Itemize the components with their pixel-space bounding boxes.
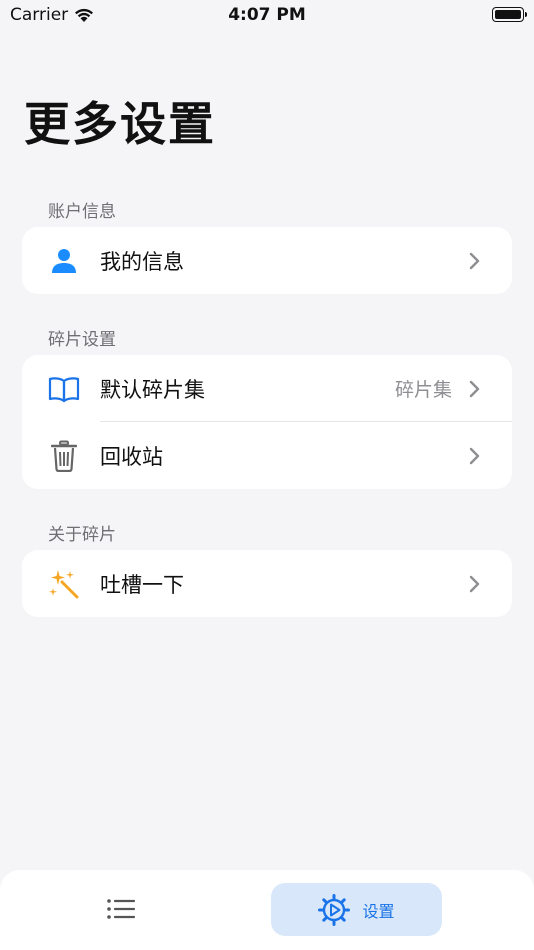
- recycle-bin-row[interactable]: 回收站: [22, 422, 512, 489]
- my-info-row[interactable]: 我的信息: [22, 227, 512, 294]
- tab-bar: 设置: [0, 870, 534, 950]
- my-info-label: 我的信息: [100, 249, 184, 274]
- feedback-row[interactable]: 吐槽一下: [22, 550, 512, 617]
- section-label-account: 账户信息: [48, 202, 116, 222]
- sparkle-wand-icon: [48, 568, 80, 600]
- battery-icon: [492, 7, 527, 22]
- status-time: 4:07 PM: [228, 5, 306, 25]
- tab-list[interactable]: [92, 884, 150, 934]
- chevron-right-icon: [469, 252, 480, 269]
- fragment-settings-card: 默认碎片集 碎片集 回收站: [22, 355, 512, 489]
- person-icon: [48, 245, 80, 277]
- feedback-label: 吐槽一下: [100, 572, 184, 597]
- tab-settings-label: 设置: [362, 901, 395, 921]
- chevron-right-icon: [469, 380, 480, 397]
- section-label-fragment-settings: 碎片设置: [48, 330, 116, 350]
- trash-icon: [48, 440, 80, 472]
- book-icon: [48, 373, 80, 405]
- default-collection-label: 默认碎片集: [100, 377, 205, 402]
- section-label-about: 关于碎片: [48, 525, 116, 545]
- page-title: 更多设置: [24, 97, 216, 151]
- gear-icon: [318, 893, 351, 926]
- battery-level: [495, 10, 521, 19]
- account-card: 我的信息: [22, 227, 512, 294]
- default-collection-row[interactable]: 默认碎片集 碎片集: [22, 355, 512, 422]
- status-bar: Carrier 4:07 PM: [0, 0, 534, 30]
- list-icon: [107, 899, 136, 919]
- default-collection-value: 碎片集: [394, 379, 452, 401]
- chevron-right-icon: [469, 447, 480, 464]
- recycle-bin-label: 回收站: [100, 444, 163, 469]
- chevron-right-icon: [469, 575, 480, 592]
- tab-settings[interactable]: 设置: [271, 883, 442, 936]
- about-card: 吐槽一下: [22, 550, 512, 617]
